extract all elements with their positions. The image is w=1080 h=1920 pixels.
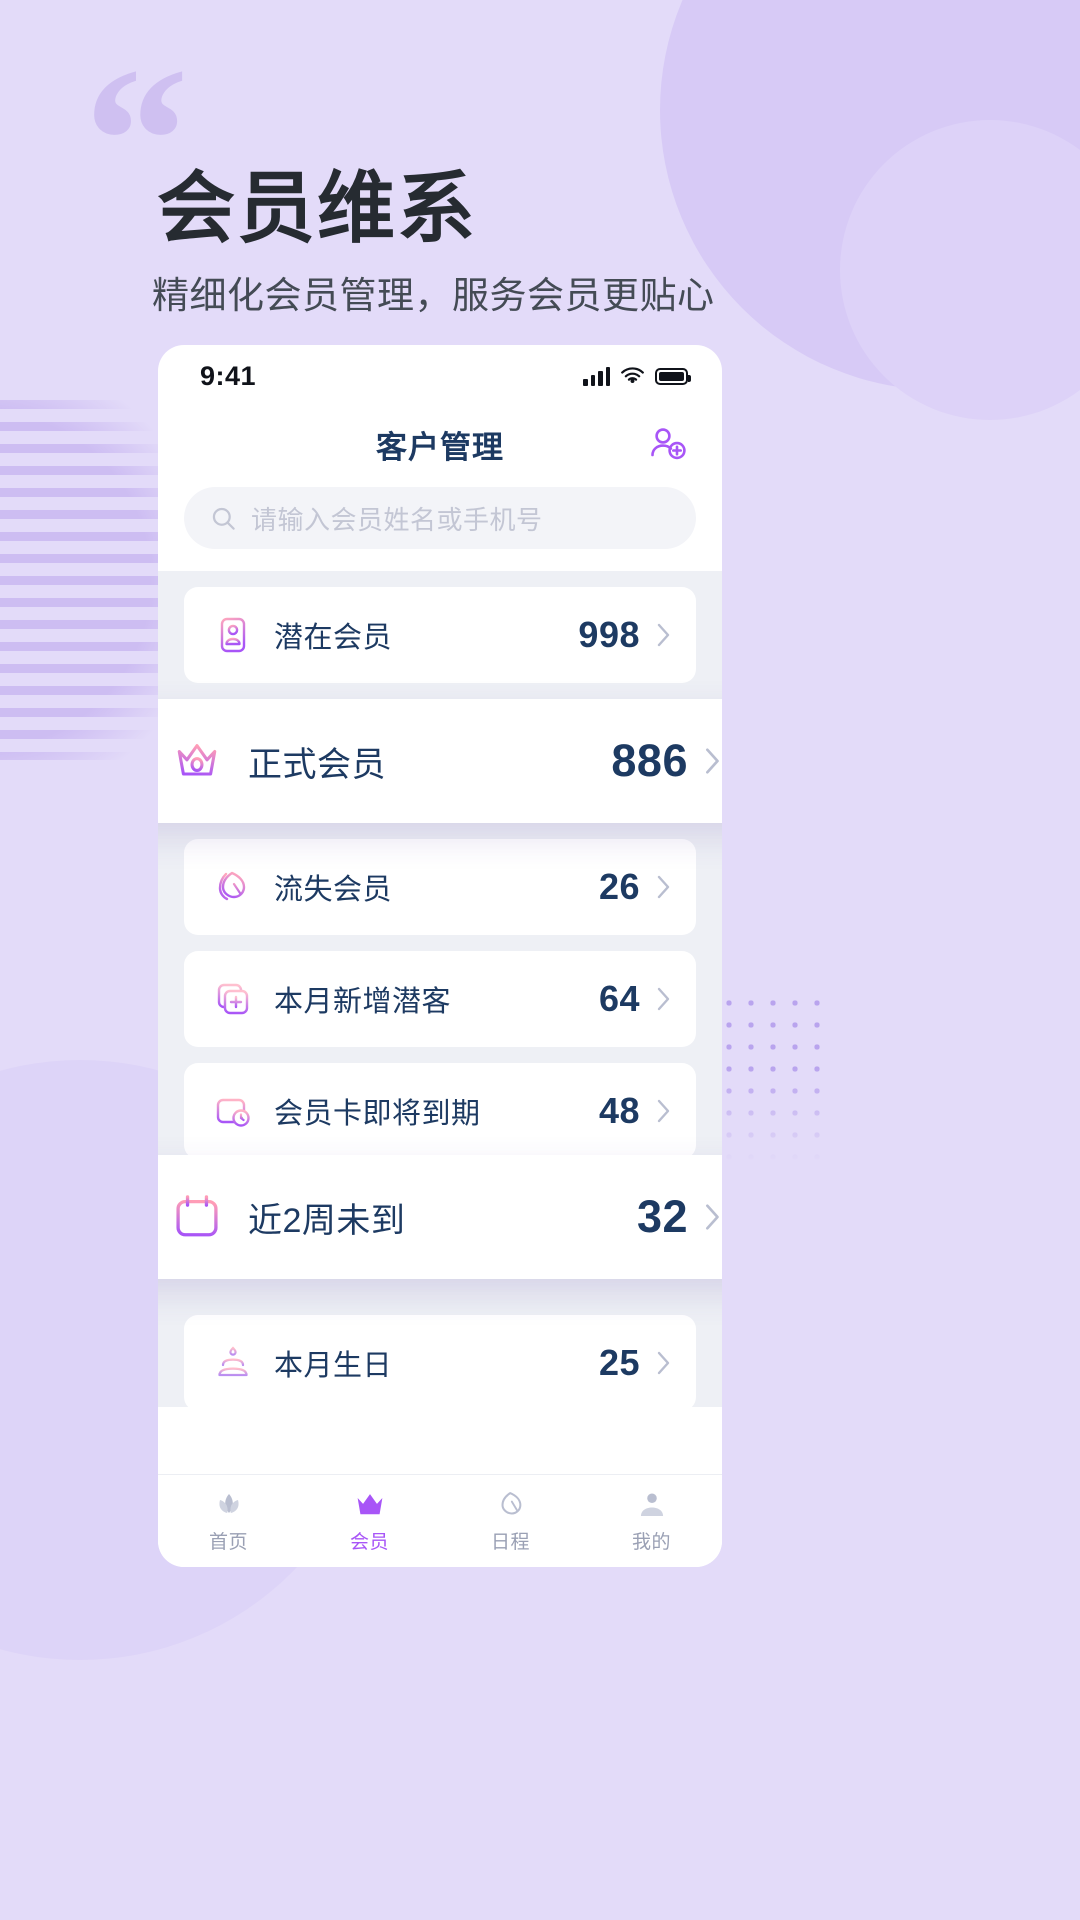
tab-label: 日程 bbox=[490, 1532, 530, 1553]
battery-full-icon bbox=[655, 367, 691, 385]
add-card-icon bbox=[210, 976, 256, 1022]
tab-label: 首页 bbox=[208, 1532, 248, 1553]
list-item-value: 998 bbox=[578, 614, 640, 655]
app-title: 客户管理 bbox=[376, 429, 504, 465]
cellular-signal-icon bbox=[583, 366, 610, 386]
birthday-cake-icon bbox=[210, 1340, 256, 1386]
tab-schedule[interactable]: 日程 bbox=[440, 1488, 581, 1554]
list-item[interactable]: 本月生日 25 bbox=[184, 1315, 696, 1411]
page-title: 会员维系 bbox=[157, 164, 478, 253]
search-input[interactable]: 请输入会员姓名或手机号 bbox=[184, 487, 696, 549]
list-item[interactable]: 本月新增潜客 64 bbox=[184, 951, 696, 1047]
chevron-right-icon bbox=[704, 1202, 722, 1232]
chevron-right-icon bbox=[704, 746, 722, 776]
list-item[interactable]: 潜在会员 998 bbox=[184, 587, 696, 683]
list-item[interactable]: 流失会员 26 bbox=[184, 839, 696, 935]
status-icons bbox=[583, 366, 691, 386]
list-item-highlighted[interactable]: 近2周未到 32 bbox=[158, 1155, 722, 1279]
dot-pattern bbox=[718, 992, 828, 1162]
add-user-icon bbox=[651, 428, 686, 460]
tab-label: 会员 bbox=[349, 1532, 389, 1553]
status-bar: 9:41 bbox=[158, 345, 722, 407]
card-clock-icon bbox=[210, 1088, 256, 1134]
lotus-icon bbox=[218, 1494, 239, 1513]
list-item-value: 25 bbox=[598, 1342, 640, 1383]
phone-mockup: 9:41 客户管理 请输入会员姓名或手机号 潜在会员 998 正式会员 886 … bbox=[158, 345, 722, 1567]
crown-icon bbox=[168, 732, 226, 790]
leaf-icon bbox=[210, 864, 256, 910]
chevron-right-icon bbox=[656, 874, 672, 900]
person-icon bbox=[640, 1493, 663, 1517]
status-time: 9:41 bbox=[200, 360, 257, 391]
list-item-value: 48 bbox=[598, 1090, 640, 1131]
tab-members[interactable]: 会员 bbox=[299, 1488, 440, 1554]
search-section: 请输入会员姓名或手机号 bbox=[158, 481, 722, 571]
list-item-label: 潜在会员 bbox=[274, 622, 393, 654]
add-user-button[interactable] bbox=[644, 421, 690, 467]
list-item-value: 64 bbox=[598, 978, 640, 1019]
list-item-value: 26 bbox=[598, 866, 640, 907]
list-item-label: 会员卡即将到期 bbox=[274, 1098, 481, 1130]
leaf-icon bbox=[500, 1492, 521, 1515]
chevron-right-icon bbox=[656, 986, 672, 1012]
list-item-highlighted[interactable]: 正式会员 886 bbox=[158, 699, 722, 823]
list-item-label: 本月生日 bbox=[274, 1350, 393, 1382]
app-bar: 客户管理 bbox=[158, 407, 722, 481]
calendar-icon bbox=[168, 1188, 226, 1246]
search-icon bbox=[212, 507, 235, 530]
list-item-label: 正式会员 bbox=[248, 745, 386, 784]
chevron-right-icon bbox=[656, 622, 672, 648]
bottom-tab-bar: 首页 会员 日程 我的 bbox=[158, 1474, 722, 1567]
crown-icon bbox=[357, 1494, 382, 1515]
list-item-label: 近2周未到 bbox=[248, 1201, 406, 1240]
tab-home[interactable]: 首页 bbox=[158, 1488, 299, 1554]
page-subtitle: 精细化会员管理，服务会员更贴心 bbox=[152, 275, 715, 316]
list-item-label: 流失会员 bbox=[274, 874, 393, 906]
member-list: 潜在会员 998 正式会员 886 流失会员 26 本月新增潜客 64 会员卡即… bbox=[158, 571, 722, 1411]
list-item[interactable]: 会员卡即将到期 48 bbox=[184, 1063, 696, 1159]
list-item-label: 本月新增潜客 bbox=[274, 986, 452, 1018]
contact-card-icon bbox=[210, 612, 256, 658]
tab-label: 我的 bbox=[631, 1532, 671, 1553]
list-item-value: 32 bbox=[636, 1191, 688, 1242]
search-placeholder: 请输入会员姓名或手机号 bbox=[251, 504, 543, 535]
chevron-right-icon bbox=[656, 1098, 672, 1124]
list-item-value: 886 bbox=[611, 735, 688, 786]
tab-profile[interactable]: 我的 bbox=[581, 1488, 722, 1554]
chevron-right-icon bbox=[656, 1350, 672, 1376]
wifi-icon bbox=[621, 366, 644, 383]
